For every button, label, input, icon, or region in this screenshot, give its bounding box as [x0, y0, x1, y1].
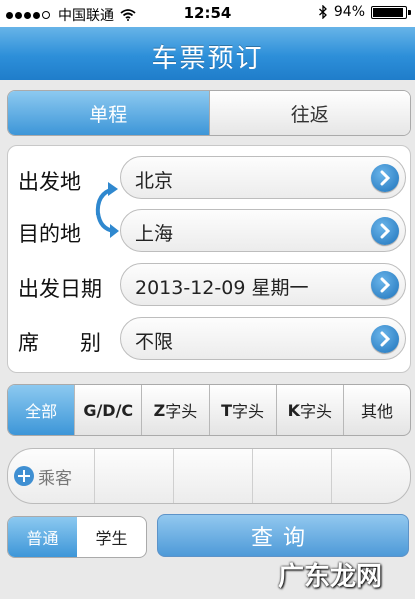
plus-icon: [14, 466, 34, 486]
to-station-field[interactable]: 上海: [120, 209, 406, 252]
seat-class-field[interactable]: 不限: [120, 317, 406, 360]
train-type-filter: 全部 G/D/C Z 字头 T 字头 K 字头 其他: [7, 384, 411, 436]
add-passenger-button[interactable]: 乘客: [8, 449, 94, 503]
title-bar: 车票预订: [0, 27, 415, 80]
tab-one-way[interactable]: 单程: [8, 91, 209, 135]
from-label: 出发地: [18, 170, 81, 194]
passenger-slot[interactable]: [331, 449, 410, 503]
battery-percent: 94%: [333, 4, 365, 20]
swap-stations-icon[interactable]: [90, 179, 120, 241]
passenger-bar: 乘客: [7, 448, 411, 504]
train-type-k[interactable]: K 字头: [275, 385, 343, 435]
date-value: 2013-12-09 星期一: [135, 277, 309, 299]
seat-class-value: 不限: [135, 331, 174, 353]
query-button[interactable]: 查询: [157, 514, 409, 557]
passenger-slot[interactable]: [173, 449, 252, 503]
passenger-slot[interactable]: [94, 449, 173, 503]
trip-type-toggle: 单程 往返: [7, 90, 411, 136]
train-type-gdc[interactable]: G/D/C: [74, 385, 141, 435]
ticket-kind-student[interactable]: 学生: [77, 517, 146, 557]
status-bar: 中国联通 12:54 94%: [0, 0, 415, 27]
passenger-slot[interactable]: [252, 449, 331, 503]
chevron-right-icon[interactable]: [371, 325, 399, 353]
page-title: 车票预订: [151, 44, 264, 74]
tab-round-trip[interactable]: 往返: [208, 91, 410, 135]
train-type-t[interactable]: T 字头: [208, 385, 276, 435]
to-station-value: 上海: [135, 223, 174, 245]
chevron-right-icon[interactable]: [371, 271, 399, 299]
battery-icon: [371, 5, 411, 19]
train-type-k-suffix: 字头: [299, 402, 332, 421]
train-type-all[interactable]: 全部: [8, 385, 75, 435]
watermark: 广东龙网: [278, 562, 383, 592]
train-type-t-suffix: 字头: [232, 402, 265, 421]
train-type-z-letter: Z: [153, 400, 166, 420]
add-passenger-label: 乘客: [38, 468, 72, 489]
chevron-right-icon[interactable]: [371, 164, 399, 192]
date-field[interactable]: 2013-12-09 星期一: [120, 263, 406, 306]
bluetooth-icon: [318, 5, 327, 19]
train-type-z-suffix: 字头: [165, 402, 198, 421]
train-type-other[interactable]: 其他: [342, 385, 410, 435]
seat-label-second: 别: [80, 331, 101, 355]
ticket-kind-normal[interactable]: 普通: [8, 517, 77, 557]
seat-label-first: 席: [18, 331, 39, 355]
chevron-right-icon[interactable]: [371, 217, 399, 245]
ticket-kind-toggle: 普通 学生: [7, 516, 147, 558]
train-type-k-letter: K: [287, 400, 300, 420]
search-form: 出发地 北京 目的地 上海 出发日期 2013-12-09 星期一 席 别 不限: [7, 145, 411, 373]
train-type-t-letter: T: [221, 400, 233, 420]
from-station-field[interactable]: 北京: [120, 156, 406, 199]
train-type-gdc-label: G/D/C: [83, 400, 134, 420]
from-station-value: 北京: [135, 170, 174, 192]
date-label: 出发日期: [18, 277, 102, 301]
train-type-z[interactable]: Z 字头: [141, 385, 208, 435]
to-label: 目的地: [18, 222, 81, 246]
